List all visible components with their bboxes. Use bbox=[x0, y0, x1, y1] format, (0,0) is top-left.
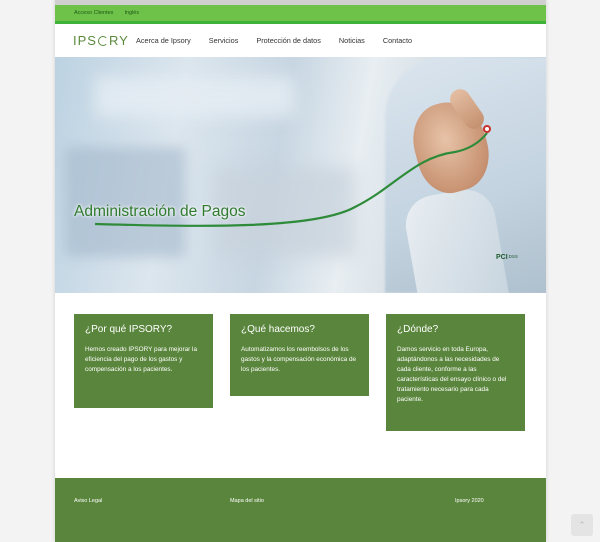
card-text: Automatizamos los reembolsos de los gast… bbox=[241, 346, 357, 373]
scroll-to-top-button[interactable]: ⌃ bbox=[571, 514, 593, 536]
card-what-we-do: ¿Qué hacemos? Automatizamos los reembols… bbox=[230, 314, 369, 396]
card-text: Hemos creado IPSORY para mejorar la efic… bbox=[85, 346, 198, 373]
nav-about[interactable]: Acerca de Ipsory bbox=[136, 36, 191, 45]
ipsory-logo[interactable]: IPS RY bbox=[73, 33, 136, 48]
client-access-link[interactable]: Acceso Clientes bbox=[74, 10, 113, 16]
top-bar: Acceso Clientes Inglés bbox=[55, 0, 546, 21]
pci-dss-badge: PCI DSS bbox=[496, 251, 526, 263]
feature-cards: ¿Por qué IPSORY? Hemos creado IPSORY par… bbox=[74, 314, 525, 431]
nav-services[interactable]: Servicios bbox=[209, 36, 239, 45]
page-container: Acceso Clientes Inglés IPS RY Acerca de I… bbox=[55, 0, 546, 542]
hero-title: Administración de Pagos bbox=[74, 203, 246, 220]
nav-contact[interactable]: Contacto bbox=[383, 36, 412, 45]
hero-banner: Administración de Pagos PCI DSS bbox=[55, 57, 546, 293]
pci-label: PCI bbox=[496, 253, 508, 261]
chevron-up-icon: ⌃ bbox=[578, 519, 586, 530]
sitemap-link[interactable]: Mapa del sitio bbox=[230, 498, 264, 504]
card-title: ¿Qué hacemos? bbox=[241, 324, 315, 335]
card-title: ¿Por qué IPSORY? bbox=[85, 324, 173, 335]
nav-news[interactable]: Noticias bbox=[339, 36, 365, 45]
english-language-link[interactable]: Inglés bbox=[124, 10, 139, 16]
dss-label: DSS bbox=[508, 253, 518, 259]
site-footer: Aviso Legal Mapa del sitio Ipsory 2020 bbox=[55, 478, 546, 542]
card-text: Damos servicio en toda Europa, adaptándo… bbox=[397, 346, 507, 403]
pen-icon bbox=[483, 125, 491, 133]
card-where: ¿Dónde? Damos servicio en toda Europa, a… bbox=[386, 314, 525, 431]
copyright-text: Ipsory 2020 bbox=[455, 498, 484, 504]
card-title: ¿Dónde? bbox=[397, 324, 439, 335]
growth-curve-graphic bbox=[94, 132, 488, 227]
legal-notice-link[interactable]: Aviso Legal bbox=[74, 498, 102, 504]
main-nav: Acerca de Ipsory Servicios Protección de… bbox=[136, 36, 412, 45]
card-why-ipsory: ¿Por qué IPSORY? Hemos creado IPSORY par… bbox=[74, 314, 213, 408]
nav-data-protection[interactable]: Protección de datos bbox=[256, 36, 321, 45]
site-header: IPS RY Acerca de Ipsory Servicios Protecc… bbox=[55, 24, 546, 57]
